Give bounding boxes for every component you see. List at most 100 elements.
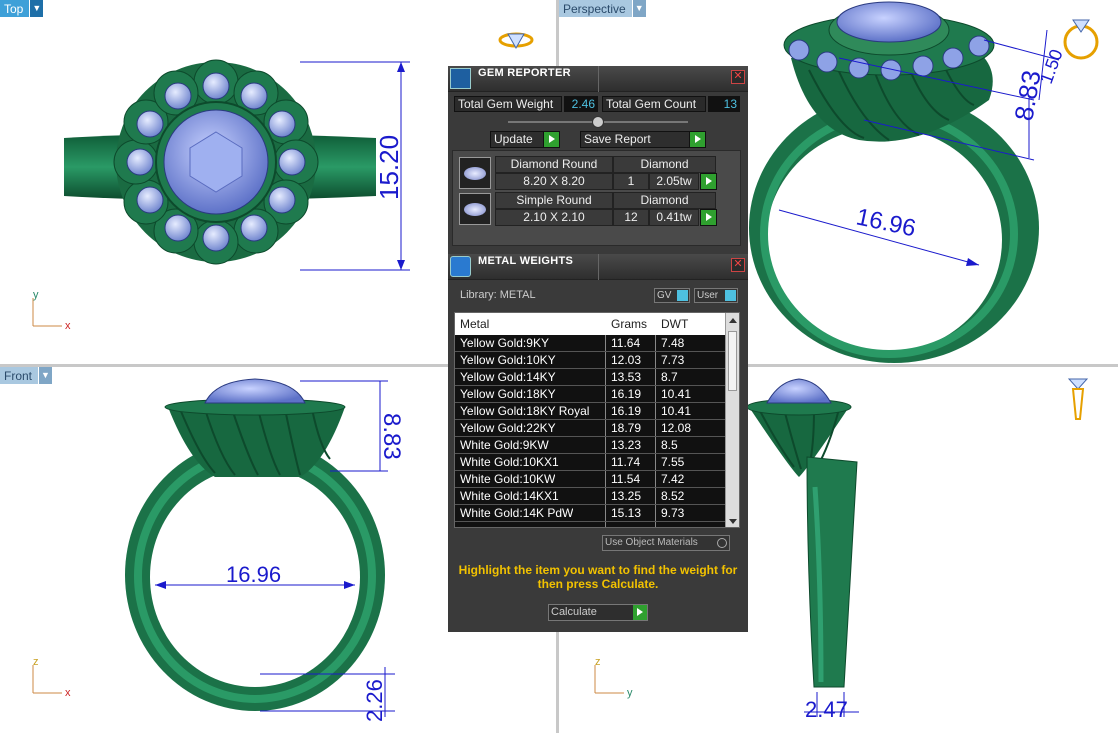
table-row[interactable]: White Gold:14KX1 13.25 8.52: [455, 488, 725, 505]
total-gem-count-value: 13: [708, 96, 740, 112]
table-scrollbar[interactable]: [725, 313, 739, 527]
gem-size: 8.20 X 8.20: [495, 173, 613, 190]
table-cell: 8.5: [661, 438, 678, 452]
viewport-tab-top[interactable]: Top ▼: [0, 0, 44, 17]
gem-go-button[interactable]: [700, 173, 717, 190]
calculate-button[interactable]: Calculate: [548, 604, 648, 621]
play-icon: [700, 174, 716, 189]
metal-weights-table: Metal Grams DWT Yellow Gold:9KY 11.64 7.48…: [454, 312, 740, 528]
table-cell: Yellow Gold:10KY: [460, 353, 556, 367]
table-cell: White Gold:10KW: [460, 472, 556, 486]
gv-toggle[interactable]: GV: [654, 288, 690, 303]
table-cell: 7.48: [661, 336, 685, 350]
table-cell: 7.42: [661, 472, 685, 486]
table-cell: 11.74: [611, 455, 641, 469]
panel-title: GEM REPORTER: [478, 67, 571, 79]
chevron-down-icon[interactable]: ▼: [29, 0, 44, 17]
table-cell: 8.52: [661, 489, 685, 503]
user-toggle[interactable]: User: [694, 288, 738, 303]
update-label: Update: [494, 132, 533, 146]
viewport-tab-perspective[interactable]: Perspective ▼: [559, 0, 646, 17]
gem-reporter-titlebar[interactable]: GEM REPORTER ✕: [448, 66, 748, 92]
axis-x-label: x: [65, 320, 71, 332]
table-cell: White Gold:14K PdW: [460, 506, 574, 520]
gem-row[interactable]: Diamond Round 8.20 X 8.20 Diamond 1 2.05…: [457, 156, 719, 190]
table-cell: White Gold:14KX1: [460, 489, 559, 503]
chevron-down-icon[interactable]: ▼: [38, 367, 53, 384]
viewport-label: Perspective: [559, 0, 632, 17]
table-cell: 15.13: [611, 506, 642, 520]
table-header: Metal Grams DWT: [455, 313, 725, 335]
table-cell: Yellow Gold:14KY: [460, 370, 556, 384]
gem-weight: 0.41tw: [649, 209, 699, 226]
scroll-up-icon[interactable]: [729, 318, 737, 323]
metal-weights-titlebar[interactable]: METAL WEIGHTS ✕: [448, 254, 748, 280]
gem-shape: Diamond Round: [495, 156, 613, 173]
table-cell: 11.64: [611, 336, 641, 350]
dimension-label: 2.47: [805, 697, 848, 722]
play-icon: [689, 132, 705, 147]
table-row[interactable]: White Gold:9KW 13.23 8.5: [455, 437, 725, 454]
use-object-materials-toggle[interactable]: Use Object Materials: [602, 535, 730, 551]
table-row[interactable]: Yellow Gold:9KY 11.64 7.48: [455, 335, 725, 352]
column-header: Metal: [460, 317, 490, 331]
slider-handle[interactable]: [592, 116, 604, 128]
axis-z-label: z: [595, 656, 601, 668]
gem-material: Diamond: [613, 156, 716, 173]
table-cell: 13.23: [611, 438, 642, 452]
dimension-label: 16.96: [226, 562, 281, 587]
view-cube-icon: [498, 32, 534, 50]
gem-size: 2.10 X 2.10: [495, 209, 613, 226]
detail-slider[interactable]: [508, 116, 688, 128]
column-header: Grams: [611, 317, 647, 331]
table-row[interactable]: Yellow Gold:22KY 18.79 12.08: [455, 420, 725, 437]
user-toggle-label: User: [697, 290, 719, 301]
table-row[interactable]: White Gold:14K PdW 15.13 9.73: [455, 505, 725, 522]
table-row[interactable]: Yellow Gold:10KY 12.03 7.73: [455, 352, 725, 369]
gem-reporter-icon: [450, 68, 471, 89]
update-button[interactable]: Update: [490, 131, 560, 148]
axis-y-label: y: [33, 289, 39, 301]
gem-metal-panel: GEM REPORTER ✕ Total Gem Weight 2.46 Tot…: [448, 66, 748, 632]
toggle-indicator: [725, 290, 736, 301]
gem-shape: Simple Round: [495, 192, 613, 209]
total-gem-weight-label: Total Gem Weight: [454, 96, 562, 112]
gem-row[interactable]: Simple Round 2.10 X 2.10 Diamond 12 0.41…: [457, 192, 719, 226]
table-row[interactable]: Yellow Gold:18KY 16.19 10.41: [455, 386, 725, 403]
dimension-label: 1.50: [1036, 47, 1067, 87]
close-icon[interactable]: ✕: [731, 258, 745, 272]
table-row[interactable]: Yellow Gold:18KY Royal 16.19 10.41: [455, 403, 725, 420]
table-row[interactable]: Yellow Gold:14KY 13.53 8.7: [455, 369, 725, 386]
chevron-down-icon[interactable]: ▼: [631, 0, 646, 17]
view-cube-icon: [1067, 378, 1089, 420]
table-cell: 12.03: [611, 353, 642, 367]
scroll-down-icon[interactable]: [729, 519, 737, 524]
viewport-label: Top: [0, 0, 30, 17]
table-cell: 8.7: [661, 370, 678, 384]
total-gem-weight-value: 2.46: [564, 96, 598, 112]
instruction-text: Highlight the item you want to find the …: [458, 563, 738, 591]
dimension-label: 2.26: [362, 679, 387, 722]
table-cell: 10.41: [661, 387, 692, 401]
table-cell: 18.79: [611, 421, 642, 435]
total-gem-count-label: Total Gem Count: [602, 96, 706, 112]
play-icon: [633, 605, 647, 620]
table-cell: 7.55: [661, 455, 685, 469]
panel-title: METAL WEIGHTS: [478, 255, 574, 267]
save-report-button[interactable]: Save Report: [580, 131, 706, 148]
close-icon[interactable]: ✕: [731, 70, 745, 84]
radio-icon: [717, 538, 727, 548]
table-cell: 12.08: [661, 421, 692, 435]
diamond-icon: [459, 157, 491, 189]
diamond-icon: [459, 193, 491, 225]
play-icon: [700, 210, 716, 225]
metal-weights-icon: [450, 256, 471, 277]
table-cell: 16.19: [611, 404, 642, 418]
axis-x-label: x: [65, 687, 71, 699]
scroll-thumb[interactable]: [728, 331, 737, 391]
table-row[interactable]: White Gold:10KX1 11.74 7.55: [455, 454, 725, 471]
gem-count: 1: [613, 173, 649, 190]
gem-go-button[interactable]: [700, 209, 717, 226]
table-row[interactable]: White Gold:10KW 11.54 7.42: [455, 471, 725, 488]
viewport-tab-front[interactable]: Front ▼: [0, 367, 53, 384]
